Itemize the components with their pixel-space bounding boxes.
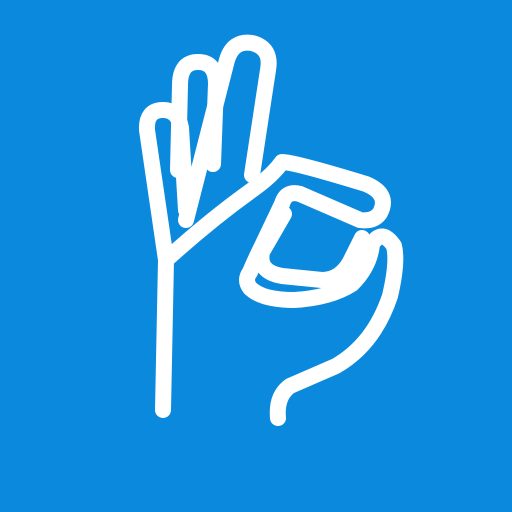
app-icon-tile [0, 0, 512, 512]
ok-hand-sign-icon [138, 34, 404, 426]
